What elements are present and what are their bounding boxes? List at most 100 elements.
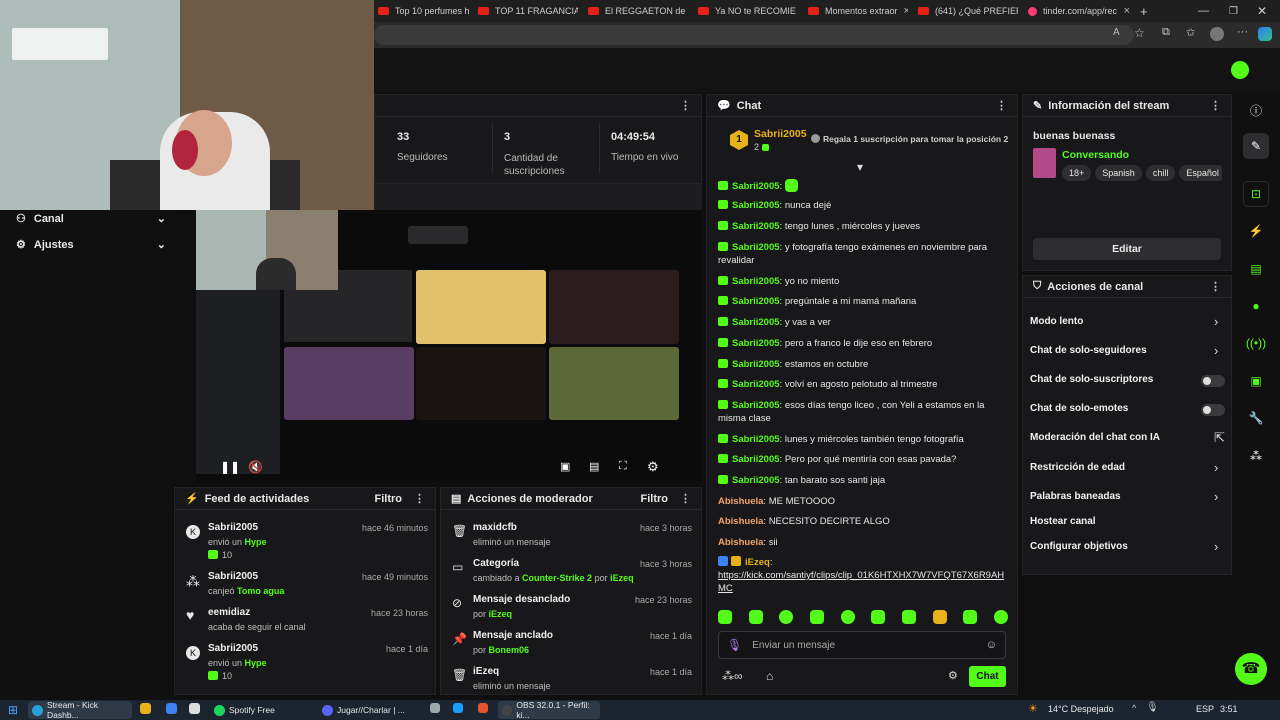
taskbar-item[interactable]: OBS 32.0.1 - Perfil: ki... [498, 700, 600, 720]
mod-user[interactable]: iEzeq [610, 573, 634, 583]
emote-icon[interactable] [871, 610, 886, 624]
chevron-right-icon[interactable]: › [1214, 539, 1218, 554]
maximize-button[interactable]: ❐ [1229, 0, 1238, 22]
close-icon[interactable]: × [1124, 5, 1130, 17]
channel-action[interactable]: Hostear canal [1030, 516, 1096, 527]
channel-action[interactable]: Chat de solo-emotes [1030, 403, 1128, 414]
emote-icon[interactable] [748, 610, 763, 624]
pip-icon[interactable]: ▣ [560, 460, 570, 473]
mod-highlight[interactable]: Counter-Strike 2 [522, 573, 592, 583]
kebab-icon[interactable]: ⋮ [414, 492, 425, 505]
mail-icon[interactable] [189, 703, 200, 714]
edit-button[interactable]: Editar [1033, 238, 1221, 260]
steam-icon[interactable] [453, 703, 463, 713]
mute-icon[interactable]: 🔇 [248, 460, 263, 474]
app-icon[interactable] [430, 703, 440, 713]
tag[interactable]: chill [1145, 165, 1176, 181]
chat-username[interactable]: Abishuela [718, 537, 763, 548]
chevron-right-icon[interactable]: › [1214, 460, 1218, 475]
browser-tab[interactable]: Momentos extraor × [808, 0, 908, 22]
external-link-icon[interactable]: ⇱ [1214, 430, 1225, 446]
taskbar-item[interactable]: Jugar//Charlar | ... [318, 701, 422, 719]
tray-chevron-icon[interactable]: ^ [1132, 703, 1136, 713]
browser-tab[interactable]: tinder.com/app/rec × [1028, 0, 1130, 22]
emote-icon[interactable] [993, 610, 1008, 624]
sidebar-item-canal[interactable]: ⚇ Canal ⌄ [16, 212, 166, 226]
list-icon[interactable]: ▤ [1243, 256, 1269, 282]
broadcast-icon[interactable]: ((•)) [1243, 330, 1269, 356]
channel-action[interactable]: Moderación del chat con IA [1030, 432, 1160, 443]
browser-tab[interactable]: TOP 11 FRAGANCIA× [478, 0, 578, 22]
minimize-button[interactable]: — [1198, 0, 1209, 22]
chat-icon[interactable]: ● [1243, 293, 1269, 319]
profile-avatar[interactable] [1210, 27, 1224, 41]
chat-username[interactable]: Sabrii2005 [732, 379, 780, 390]
brave-icon[interactable] [478, 703, 488, 713]
store-icon[interactable] [166, 703, 177, 714]
channel-action[interactable]: Chat de solo-suscriptores [1030, 374, 1153, 385]
support-button[interactable]: ☎ [1235, 653, 1267, 685]
copilot-icon[interactable] [1258, 27, 1272, 41]
chat-input[interactable]: 🎙 Enviar un mensaje ☺ [718, 631, 1006, 659]
chat-username[interactable]: Sabrii2005 [732, 276, 780, 287]
tag[interactable]: 18+ [1062, 165, 1092, 181]
channel-action[interactable]: Configurar objetivos [1030, 541, 1128, 552]
chat-username[interactable]: Sabrii2005 [732, 475, 780, 486]
url-field[interactable] [374, 25, 1134, 45]
channel-action[interactable]: Palabras baneadas [1030, 491, 1121, 502]
tag[interactable]: Spanish [1095, 165, 1142, 181]
new-tab-button[interactable]: + [1140, 0, 1152, 22]
weather-text[interactable]: 14°C Despejado [1048, 704, 1114, 714]
emote-icon[interactable] [932, 610, 947, 624]
chat-username[interactable]: Sabrii2005 [732, 242, 780, 253]
kebab-icon[interactable]: ⋮ [680, 492, 691, 505]
gift-sub-prompt[interactable]: Regala 1 suscripción para tomar la posic… [811, 134, 1008, 144]
chat-username[interactable]: Sabrii2005 [732, 181, 780, 192]
chat-username[interactable]: Abishuela [718, 516, 763, 527]
language-indicator[interactable]: ESP [1196, 704, 1214, 714]
microphone-icon[interactable]: 🎙 [1146, 702, 1159, 713]
kebab-icon[interactable]: ⋮ [996, 99, 1007, 112]
camera-icon[interactable]: ⊡ [1243, 181, 1269, 207]
points-icon[interactable]: ⁂∞ [722, 669, 743, 683]
bolt-icon[interactable]: ⚡ [1243, 218, 1269, 244]
toggle-switch[interactable] [1201, 375, 1225, 387]
taskbar-item[interactable]: Spotify Free [210, 701, 312, 719]
filter-button[interactable]: Filtro [641, 493, 669, 505]
layout-icon[interactable]: ▣ [1243, 368, 1269, 394]
close-window-button[interactable]: ✕ [1257, 0, 1267, 22]
chat-username[interactable]: Sabrii2005 [732, 400, 780, 411]
channel-action[interactable]: Chat de solo-seguidores [1030, 345, 1147, 356]
read-aloud-icon[interactable]: A [1113, 27, 1120, 38]
emote-icon[interactable] [840, 610, 855, 624]
chat-username[interactable]: Sabrii2005 [732, 434, 780, 445]
chat-username[interactable]: Sabrii2005 [732, 338, 780, 349]
stream-category[interactable]: Conversando [1062, 149, 1129, 161]
edit-icon[interactable]: ✎ [1243, 133, 1269, 159]
shop-icon[interactable]: ⌂ [766, 669, 773, 683]
collapse-icon[interactable]: ▾ [857, 160, 863, 174]
top-supporter-name[interactable]: Sabrii2005 [754, 128, 807, 140]
filter-button[interactable]: Filtro [375, 493, 403, 505]
kebab-icon[interactable]: ⋮ [1210, 99, 1221, 112]
emote-icon[interactable] [901, 610, 916, 624]
info-icon[interactable]: ⓘ [1243, 97, 1269, 123]
clock[interactable]: 3:51 [1220, 704, 1238, 714]
browser-tab[interactable]: Top 10 perfumes h× [378, 0, 470, 22]
favorites-icon[interactable]: ✩ [1186, 26, 1195, 39]
send-chat-button[interactable]: Chat [969, 666, 1006, 687]
more-icon[interactable]: ··· [1237, 26, 1248, 38]
extensions-icon[interactable]: ⧉ [1162, 26, 1170, 39]
emote-icon[interactable] [963, 610, 978, 624]
toggle-switch[interactable] [1201, 404, 1225, 416]
chat-username[interactable]: Sabrii2005 [732, 317, 780, 328]
chevron-right-icon[interactable]: › [1214, 314, 1218, 329]
browser-tab[interactable]: (641) ¿Qué PREFIER× [918, 0, 1018, 22]
chat-username[interactable]: Sabrii2005 [732, 454, 780, 465]
folder-icon[interactable] [140, 703, 151, 714]
emote-icon[interactable] [779, 610, 794, 624]
chat-settings-icon[interactable]: ⚙ [948, 669, 958, 682]
star-icon[interactable]: ☆ [1134, 26, 1145, 40]
chat-username[interactable]: Sabrii2005 [732, 296, 780, 307]
chat-link[interactable]: https://kick.com/santiyf/clips/clip_01K6… [718, 570, 1004, 594]
